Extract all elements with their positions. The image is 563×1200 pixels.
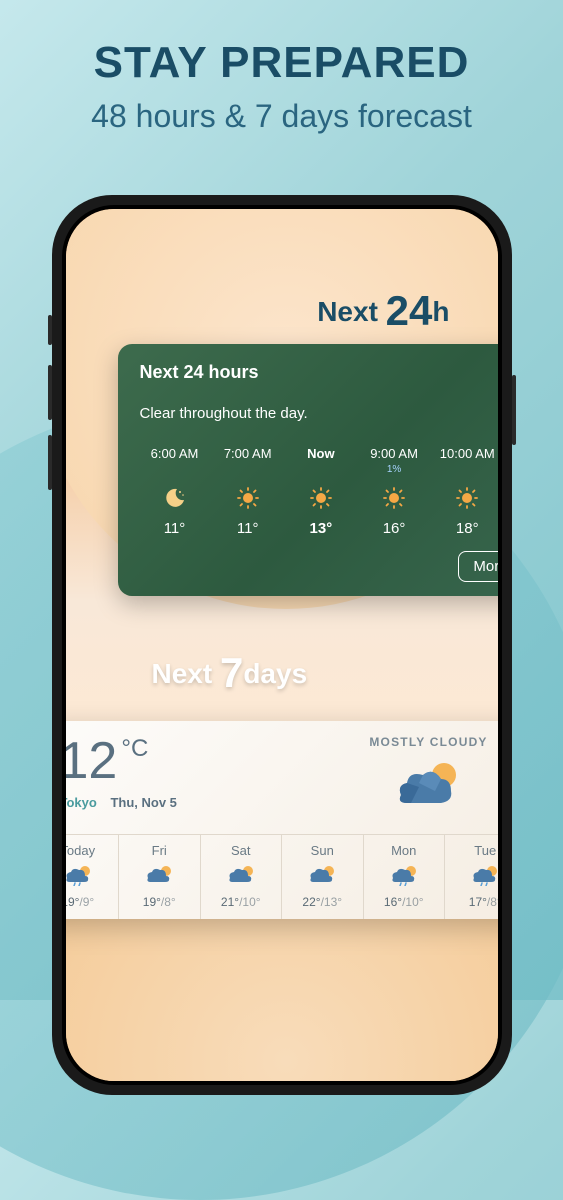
day-column[interactable]: Mon 16°/10° <box>364 835 446 919</box>
phone-frame: Next 24h Next 24 hours Clear throughout … <box>52 195 512 1095</box>
label-number: 7 <box>220 649 243 696</box>
hour-time: 7:00 AM <box>224 446 272 462</box>
phone-button <box>48 435 52 490</box>
hour-time: 6:00 AM <box>151 446 199 462</box>
more-detail-button[interactable]: More detail > <box>458 551 497 582</box>
next-7days-heading: Next 7days <box>152 649 308 697</box>
hour-temp: 11° <box>237 520 259 537</box>
day-column[interactable]: Tue 17°/8° <box>445 835 498 919</box>
hourly-row: 6:00 AM 11° 7:00 AM 11° Now 13° 9:00 AM 1% 16° 10… <box>140 446 498 537</box>
condition-label: MOSTLY CLOUDY <box>354 735 498 749</box>
day-temp: 16°/10° <box>364 895 445 909</box>
label-suffix: h <box>432 296 449 327</box>
day-name: Mon <box>364 843 445 858</box>
next-24h-heading: Next 24h <box>317 287 449 335</box>
hero-subtitle: 48 hours & 7 days forecast <box>0 98 563 135</box>
hour-time: 10:00 AM <box>440 446 495 462</box>
day-name: Today <box>66 843 119 858</box>
hour-temp: 18° <box>456 520 479 537</box>
day-name: Sat <box>201 843 282 858</box>
precip-pct: 1% <box>387 464 401 476</box>
hour-column[interactable]: Now 13° <box>286 446 356 537</box>
cloud-rain-icon <box>389 864 419 886</box>
phone-button <box>512 375 516 445</box>
cloud-sun-icon <box>226 864 256 886</box>
phone-button <box>48 365 52 420</box>
moon-icon <box>163 486 187 510</box>
label-prefix: Next <box>317 296 385 327</box>
day-column[interactable]: Today 19°/9° <box>66 835 120 919</box>
hour-time: Now <box>307 446 334 462</box>
hour-column[interactable]: 9:00 AM 1% 16° <box>359 446 429 537</box>
day-column[interactable]: Fri 19°/8° <box>119 835 201 919</box>
city-label: Tokyo <box>66 795 97 810</box>
forecast-summary: Clear throughout the day. <box>140 405 498 422</box>
cloud-sun-icon <box>389 757 469 817</box>
day-name: Sun <box>282 843 363 858</box>
daily-forecast-card[interactable]: 12°C Tokyo Thu, Nov 5 MOSTLY CLOUDY <box>66 721 498 919</box>
day-temp: 21°/10° <box>201 895 282 909</box>
phone-button <box>48 315 52 345</box>
sun-icon <box>455 486 479 510</box>
temp-unit: °C <box>121 735 148 762</box>
phone-screen: Next 24h Next 24 hours Clear throughout … <box>66 209 498 1081</box>
hour-time: 9:00 AM <box>370 446 418 462</box>
temp-value: 12 <box>66 732 118 790</box>
hour-column[interactable]: 10:00 AM 18° <box>432 446 497 537</box>
day-temp: 22°/13° <box>282 895 363 909</box>
hour-temp: 11° <box>164 520 186 537</box>
day-temp: 17°/8° <box>445 895 498 909</box>
hour-temp: 16° <box>383 520 406 537</box>
cloud-sun-icon <box>307 864 337 886</box>
sun-icon <box>236 486 260 510</box>
sun-icon <box>309 486 333 510</box>
cloud-rain-icon <box>66 864 93 886</box>
day-temp: 19°/8° <box>119 895 200 909</box>
current-temperature: 12°C <box>66 735 354 787</box>
day-name: Fri <box>119 843 200 858</box>
date-label: Thu, Nov 5 <box>110 795 176 810</box>
day-temp: 19°/9° <box>66 895 119 909</box>
location-row: Tokyo Thu, Nov 5 <box>66 795 354 810</box>
hero-title: STAY PREPARED <box>0 0 563 88</box>
daily-row: Today 19°/9° Fri 19°/8° Sat 21°/10° Sun 22°/13°… <box>66 834 498 919</box>
hour-column[interactable]: 6:00 AM 11° <box>140 446 210 537</box>
cloud-rain-icon <box>470 864 497 886</box>
label-prefix: Next <box>152 658 220 689</box>
hour-temp: 13° <box>310 520 333 537</box>
card-title: Next 24 hours <box>140 362 498 383</box>
cloud-sun-icon <box>144 864 174 886</box>
hourly-forecast-card[interactable]: Next 24 hours Clear throughout the day. … <box>118 344 498 596</box>
day-name: Tue <box>445 843 498 858</box>
hour-column[interactable]: 7:00 AM 11° <box>213 446 283 537</box>
label-suffix: days <box>243 658 307 689</box>
label-number: 24 <box>386 287 433 334</box>
day-column[interactable]: Sat 21°/10° <box>201 835 283 919</box>
day-column[interactable]: Sun 22°/13° <box>282 835 364 919</box>
sun-icon <box>382 486 406 510</box>
